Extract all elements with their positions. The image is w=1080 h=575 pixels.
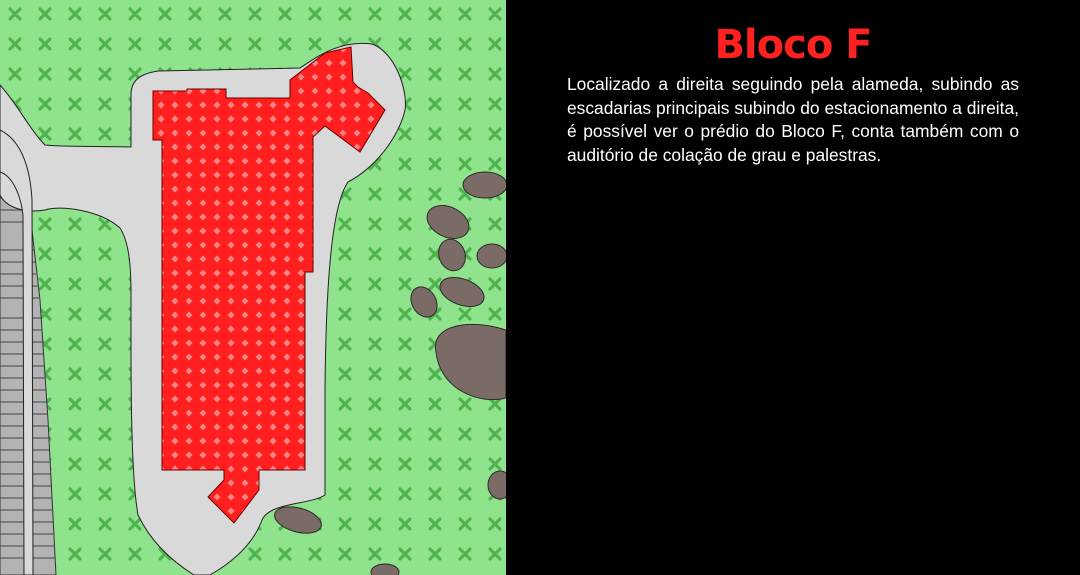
campus-map[interactable] <box>0 0 506 575</box>
info-panel: Bloco F Localizado a direita seguindo pe… <box>506 0 1080 575</box>
block-title: Bloco F <box>714 22 872 68</box>
rock <box>462 171 506 199</box>
block-description: Localizado a direita seguindo pela alame… <box>567 74 1019 165</box>
rock <box>476 243 506 269</box>
